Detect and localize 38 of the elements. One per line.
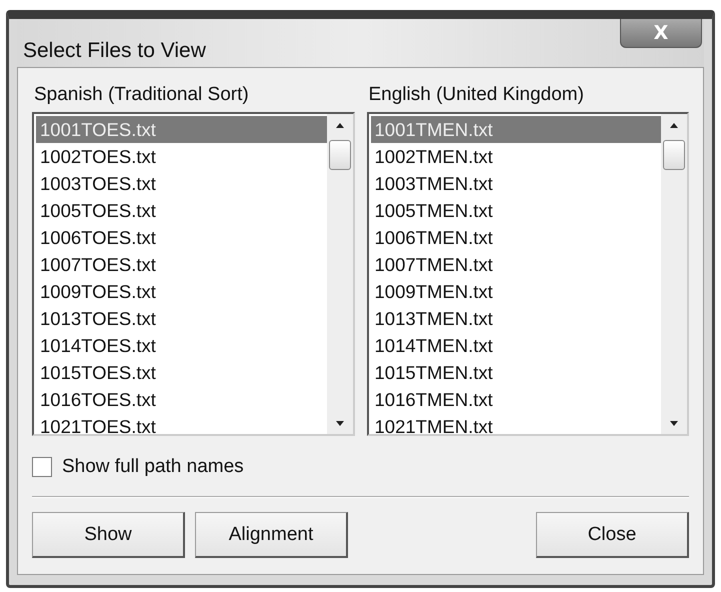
file-item[interactable]: 1005TOES.txt bbox=[36, 197, 326, 224]
file-item[interactable]: 1014TMEN.txt bbox=[370, 332, 661, 359]
file-item[interactable]: 1005TMEN.txt bbox=[370, 197, 661, 224]
file-item[interactable]: 1002TOES.txt bbox=[36, 143, 326, 170]
dialog-button[interactable]: Alignment bbox=[195, 512, 348, 558]
file-item[interactable]: 1001TMEN.txt bbox=[370, 116, 661, 143]
file-item[interactable]: 1001TOES.txt bbox=[36, 116, 326, 143]
window-title: Select Files to View bbox=[23, 39, 207, 63]
file-item[interactable]: 1021TOES.txt bbox=[36, 413, 326, 434]
file-item[interactable]: 1013TMEN.txt bbox=[370, 305, 661, 332]
file-item[interactable]: 1016TOES.txt bbox=[36, 386, 326, 413]
file-item[interactable]: 1016TMEN.txt bbox=[370, 386, 661, 413]
file-item[interactable]: 1014TOES.txt bbox=[36, 332, 326, 359]
file-item[interactable]: 1013TOES.txt bbox=[36, 305, 326, 332]
dialog-button[interactable]: Show bbox=[32, 512, 185, 558]
list-heading: English (United Kingdom) bbox=[368, 84, 585, 106]
list-heading: Spanish (Traditional Sort) bbox=[33, 84, 250, 106]
file-item[interactable]: 1009TOES.txt bbox=[36, 278, 326, 305]
dialog-button[interactable]: Close bbox=[536, 512, 689, 558]
file-item[interactable]: 1007TOES.txt bbox=[36, 251, 326, 278]
file-item[interactable]: 1021TMEN.txt bbox=[370, 413, 661, 434]
file-item[interactable]: 1015TOES.txt bbox=[36, 359, 326, 386]
file-item[interactable]: 1003TOES.txt bbox=[36, 170, 326, 197]
scrollbar[interactable] bbox=[661, 114, 687, 434]
scrollbar[interactable] bbox=[326, 114, 352, 434]
file-item[interactable]: 1002TMEN.txt bbox=[370, 143, 661, 170]
file-listbox[interactable]: 1001TOES.txt 1002TOES.txt 1003TOES.txt 1005TOES.txt 1006TOES.txt 1007TOES.txt 1009TOES.txt 1013TOES.txt 1014TOES.txt 1015TOES.txt 1016TOES.txt 1021TOES.txt bbox=[32, 112, 354, 436]
file-item[interactable]: 1003TMEN.txt bbox=[370, 170, 661, 197]
file-item[interactable]: 1006TOES.txt bbox=[36, 224, 326, 251]
file-item[interactable]: 1006TMEN.txt bbox=[370, 224, 661, 251]
file-listbox[interactable]: 1001TMEN.txt 1002TMEN.txt 1003TMEN.txt 1005TMEN.txt 1006TMEN.txt 1007TMEN.txt 1009TMEN.txt 1013TMEN.txt 1014TMEN.txt 1015TMEN.txt 1016TMEN.txt 1021TMEN.txt bbox=[366, 112, 689, 436]
checkbox-label: Show full path names bbox=[62, 456, 244, 478]
checkbox[interactable] bbox=[32, 457, 52, 477]
file-item[interactable]: 1007TMEN.txt bbox=[370, 251, 661, 278]
file-item[interactable]: 1015TMEN.txt bbox=[370, 359, 661, 386]
scroll-thumb[interactable] bbox=[328, 140, 350, 170]
scroll-thumb[interactable] bbox=[663, 140, 685, 170]
file-item[interactable]: 1009TMEN.txt bbox=[370, 278, 661, 305]
